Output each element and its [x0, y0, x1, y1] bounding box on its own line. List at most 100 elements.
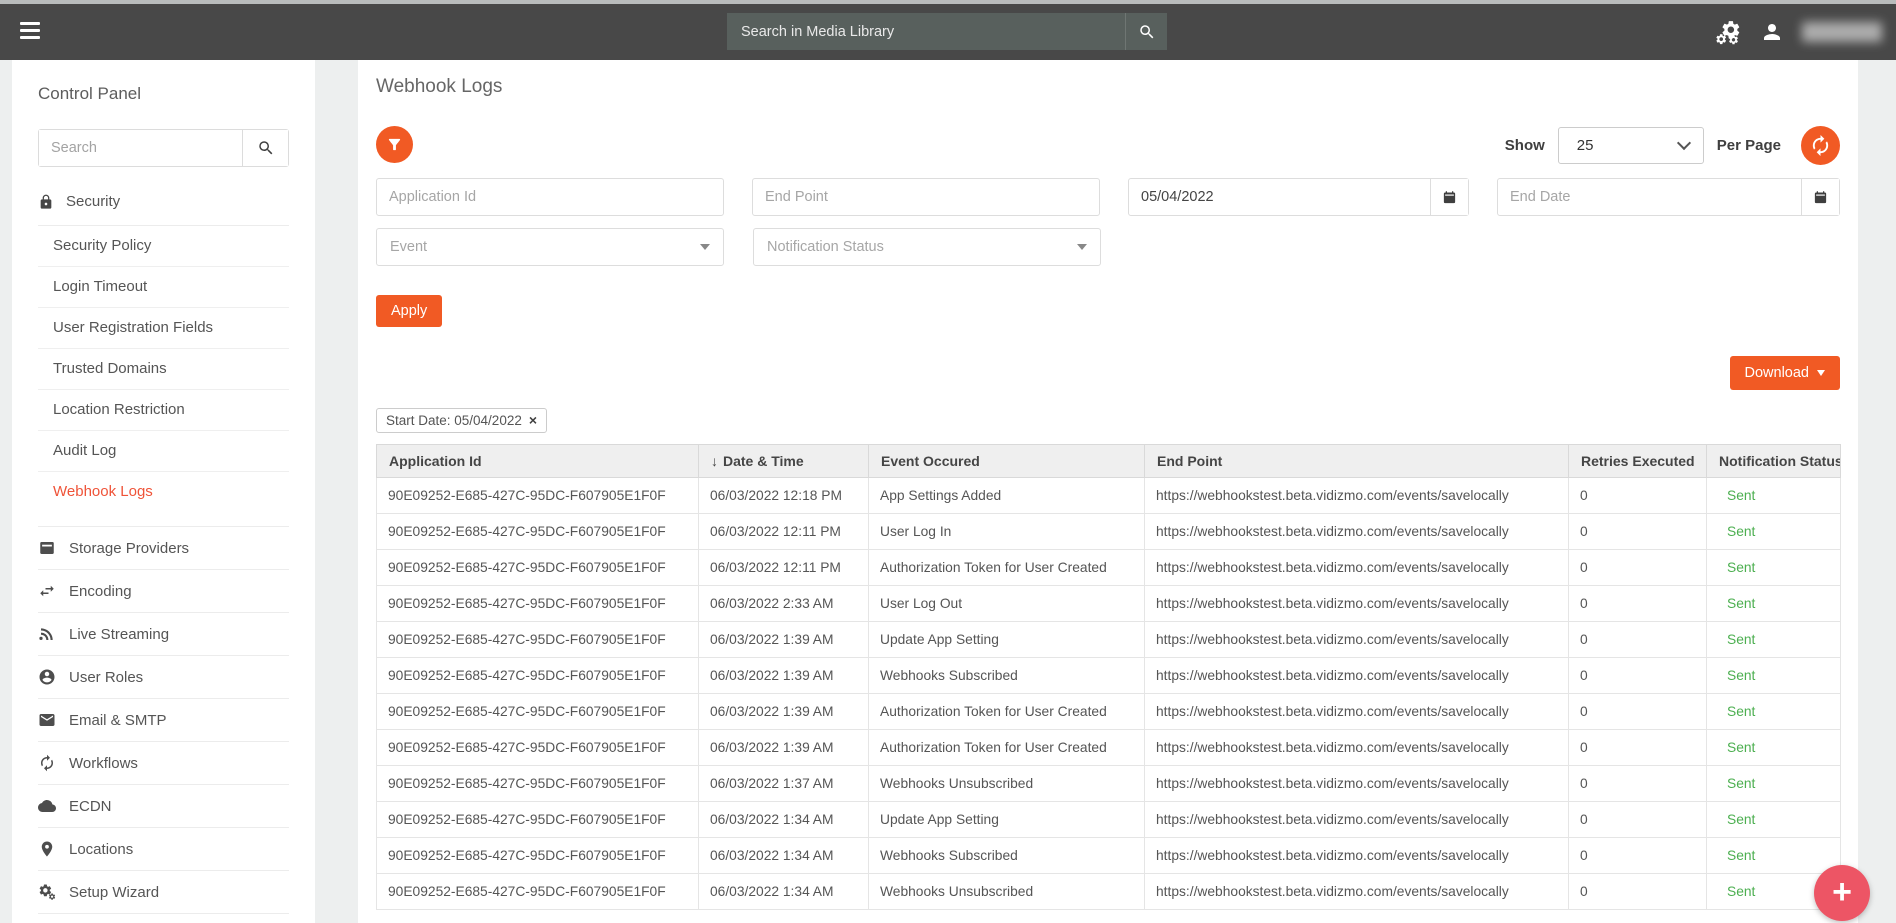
sidebar-section-label: Security	[66, 193, 120, 210]
cell-notification-status: Sent	[1707, 514, 1841, 550]
sidebar-item-storage-providers[interactable]: Storage Providers	[38, 526, 289, 569]
start-date-calendar-button[interactable]	[1430, 179, 1468, 215]
add-button[interactable]: +	[1814, 865, 1870, 921]
admin-gears-icon[interactable]	[1715, 19, 1742, 46]
page-title: Webhook Logs	[376, 76, 502, 98]
cell-end-point: https://webhookstest.beta.vidizmo.com/ev…	[1145, 694, 1569, 730]
cell-notification-status: Sent	[1707, 550, 1841, 586]
filter-chip-label: Start Date: 05/04/2022	[386, 412, 522, 429]
cell-notification-status: Sent	[1707, 586, 1841, 622]
cell-date-time: 06/03/2022 12:11 PM	[699, 514, 869, 550]
sidebar-item-user-roles[interactable]: User Roles	[38, 655, 289, 698]
filter-button[interactable]	[376, 126, 413, 163]
cell-event-occured: App Settings Added	[869, 478, 1145, 514]
cell-date-time: 06/03/2022 12:11 PM	[699, 550, 869, 586]
notification-status-select[interactable]: Notification Status	[753, 228, 1101, 266]
media-library-search-button[interactable]	[1125, 13, 1167, 50]
username-blurred[interactable]	[1802, 22, 1882, 42]
cell-date-time: 06/03/2022 1:39 AM	[699, 658, 869, 694]
media-library-search-input[interactable]	[727, 13, 1125, 50]
table-row: 90E09252-E685-427C-95DC-F607905E1F0F06/0…	[377, 730, 1841, 766]
location-pin-icon	[38, 840, 56, 858]
sidebar-item-webhook-logs[interactable]: Webhook Logs	[38, 472, 289, 512]
hamburger-menu-icon[interactable]	[20, 22, 40, 39]
application-id-input[interactable]	[376, 178, 724, 216]
cell-end-point: https://webhookstest.beta.vidizmo.com/ev…	[1145, 550, 1569, 586]
cell-event-occured: Webhooks Subscribed	[869, 838, 1145, 874]
cell-event-occured: Webhooks Subscribed	[869, 658, 1145, 694]
sidebar-item-workflows[interactable]: Workflows	[38, 741, 289, 784]
notification-status-select-placeholder: Notification Status	[767, 239, 884, 255]
main-content: Webhook Logs Show 25 Per Page	[358, 60, 1858, 923]
end-date-input[interactable]	[1498, 179, 1801, 215]
cell-end-point: https://webhookstest.beta.vidizmo.com/ev…	[1145, 838, 1569, 874]
refresh-button[interactable]	[1801, 126, 1840, 165]
cell-retries-executed: 0	[1569, 730, 1707, 766]
sidebar-item-ecdn[interactable]: ECDN	[38, 784, 289, 827]
user-profile-icon[interactable]	[1760, 20, 1784, 44]
end-date-calendar-button[interactable]	[1801, 179, 1839, 215]
end-point-input[interactable]	[752, 178, 1100, 216]
sidebar-item-label: Live Streaming	[69, 626, 169, 643]
per-page-select[interactable]: 25	[1558, 127, 1704, 164]
sidebar-item-audit-log[interactable]: Audit Log	[38, 431, 289, 472]
cell-notification-status: Sent	[1707, 766, 1841, 802]
column-header-application-id[interactable]: Application Id	[377, 445, 699, 478]
sidebar-search-input[interactable]	[39, 130, 242, 166]
search-icon	[1138, 23, 1156, 41]
sidebar-item-location-restriction[interactable]: Location Restriction	[38, 390, 289, 431]
sidebar-item-label: Email & SMTP	[69, 712, 167, 729]
plus-icon: +	[1832, 875, 1852, 909]
cell-end-point: https://webhookstest.beta.vidizmo.com/ev…	[1145, 478, 1569, 514]
sidebar-item-live-streaming[interactable]: Live Streaming	[38, 612, 289, 655]
cell-application-id: 90E09252-E685-427C-95DC-F607905E1F0F	[377, 694, 699, 730]
column-header-end-point[interactable]: End Point	[1145, 445, 1569, 478]
cell-retries-executed: 0	[1569, 478, 1707, 514]
cell-event-occured: User Log In	[869, 514, 1145, 550]
refresh-icon	[1809, 134, 1832, 157]
column-header-retries-executed[interactable]: Retries Executed	[1569, 445, 1707, 478]
sidebar-search	[38, 129, 289, 167]
sidebar-item-encoding[interactable]: Encoding	[38, 569, 289, 612]
sidebar-item-login-timeout[interactable]: Login Timeout	[38, 267, 289, 308]
table-row: 90E09252-E685-427C-95DC-F607905E1F0F06/0…	[377, 694, 1841, 730]
event-select[interactable]: Event	[376, 228, 724, 266]
sidebar-item-email-smtp[interactable]: Email & SMTP	[38, 698, 289, 741]
column-header-date-time[interactable]: ↓Date & Time	[699, 445, 869, 478]
topbar	[0, 4, 1896, 60]
filter-chip-start-date: Start Date: 05/04/2022 ×	[376, 408, 547, 433]
cell-notification-status: Sent	[1707, 694, 1841, 730]
table-row: 90E09252-E685-427C-95DC-F607905E1F0F06/0…	[377, 478, 1841, 514]
filter-funnel-icon	[386, 136, 403, 153]
cell-retries-executed: 0	[1569, 766, 1707, 802]
cell-notification-status: Sent	[1707, 622, 1841, 658]
top-edge-strip	[0, 0, 1896, 4]
cell-event-occured: Authorization Token for User Created	[869, 694, 1145, 730]
lock-icon	[38, 194, 54, 210]
sidebar-item-setup-wizard[interactable]: Setup Wizard	[38, 870, 289, 914]
sidebar-search-button[interactable]	[242, 130, 288, 166]
sidebar-item-locations[interactable]: Locations	[38, 827, 289, 870]
cell-application-id: 90E09252-E685-427C-95DC-F607905E1F0F	[377, 838, 699, 874]
remove-filter-icon[interactable]: ×	[529, 412, 537, 429]
topbar-right	[1715, 4, 1882, 60]
start-date-input[interactable]	[1129, 179, 1430, 215]
cell-notification-status: Sent	[1707, 802, 1841, 838]
sidebar-item-trusted-domains[interactable]: Trusted Domains	[38, 349, 289, 390]
column-header-notification-status[interactable]: Notification Status	[1707, 445, 1841, 478]
table-row: 90E09252-E685-427C-95DC-F607905E1F0F06/0…	[377, 766, 1841, 802]
download-button[interactable]: Download	[1730, 356, 1841, 390]
cell-event-occured: Update App Setting	[869, 622, 1145, 658]
cell-event-occured: Webhooks Unsubscribed	[869, 766, 1145, 802]
sidebar: Control Panel Security Security PolicyLo…	[12, 60, 315, 923]
column-header-event-occured[interactable]: Event Occured	[869, 445, 1145, 478]
sidebar-item-security-policy[interactable]: Security Policy	[38, 226, 289, 267]
cell-date-time: 06/03/2022 1:34 AM	[699, 838, 869, 874]
sidebar-item-security[interactable]: Security	[38, 189, 289, 226]
cell-retries-executed: 0	[1569, 550, 1707, 586]
start-date-field	[1128, 178, 1469, 216]
cell-retries-executed: 0	[1569, 514, 1707, 550]
apply-button[interactable]: Apply	[376, 295, 442, 327]
user-roles-icon	[38, 668, 56, 686]
sidebar-item-user-registration-fields[interactable]: User Registration Fields	[38, 308, 289, 349]
